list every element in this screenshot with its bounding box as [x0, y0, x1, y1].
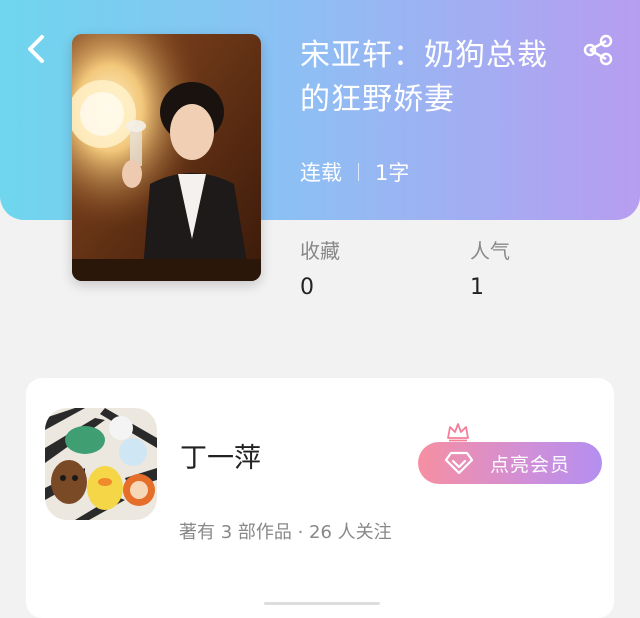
avatar-plush-toys-photo — [45, 408, 157, 520]
meta-divider — [358, 163, 359, 181]
favorites-stat: 收藏 0 — [300, 236, 340, 306]
favorites-label: 收藏 — [300, 239, 340, 263]
book-cover-photo — [72, 34, 261, 281]
crown-icon — [447, 423, 469, 442]
book-status: 连载 — [300, 161, 342, 185]
vip-button[interactable]: 点亮会员 — [418, 422, 602, 486]
popularity-label: 人气 — [470, 239, 510, 263]
share-button[interactable] — [580, 32, 616, 68]
book-word-count: 1字 — [375, 161, 410, 185]
book-title: 宋亚轩：奶狗总裁的狂野娇妻 — [300, 38, 548, 117]
author-name[interactable]: 丁一萍 — [180, 436, 261, 475]
vip-button-body[interactable]: 点亮会员 — [418, 442, 602, 484]
author-avatar[interactable] — [45, 408, 157, 520]
chevron-left-icon — [28, 35, 44, 63]
share-icon — [583, 34, 613, 66]
favorites-value: 0 — [300, 275, 314, 300]
popularity-stat: 人气 1 — [470, 236, 510, 306]
back-button[interactable] — [22, 32, 52, 66]
popularity-value: 1 — [470, 275, 484, 300]
author-info: 著有 3 部作品 · 26 人关注 — [179, 522, 392, 543]
author-card: 丁一萍 点亮会员 著有 3 部作品 · 26 人关注 — [26, 378, 614, 618]
book-cover-image[interactable] — [72, 34, 261, 281]
book-meta-row: 连载 1字 — [300, 156, 409, 188]
diamond-icon — [444, 451, 474, 475]
vip-button-label: 点亮会员 — [490, 453, 571, 476]
